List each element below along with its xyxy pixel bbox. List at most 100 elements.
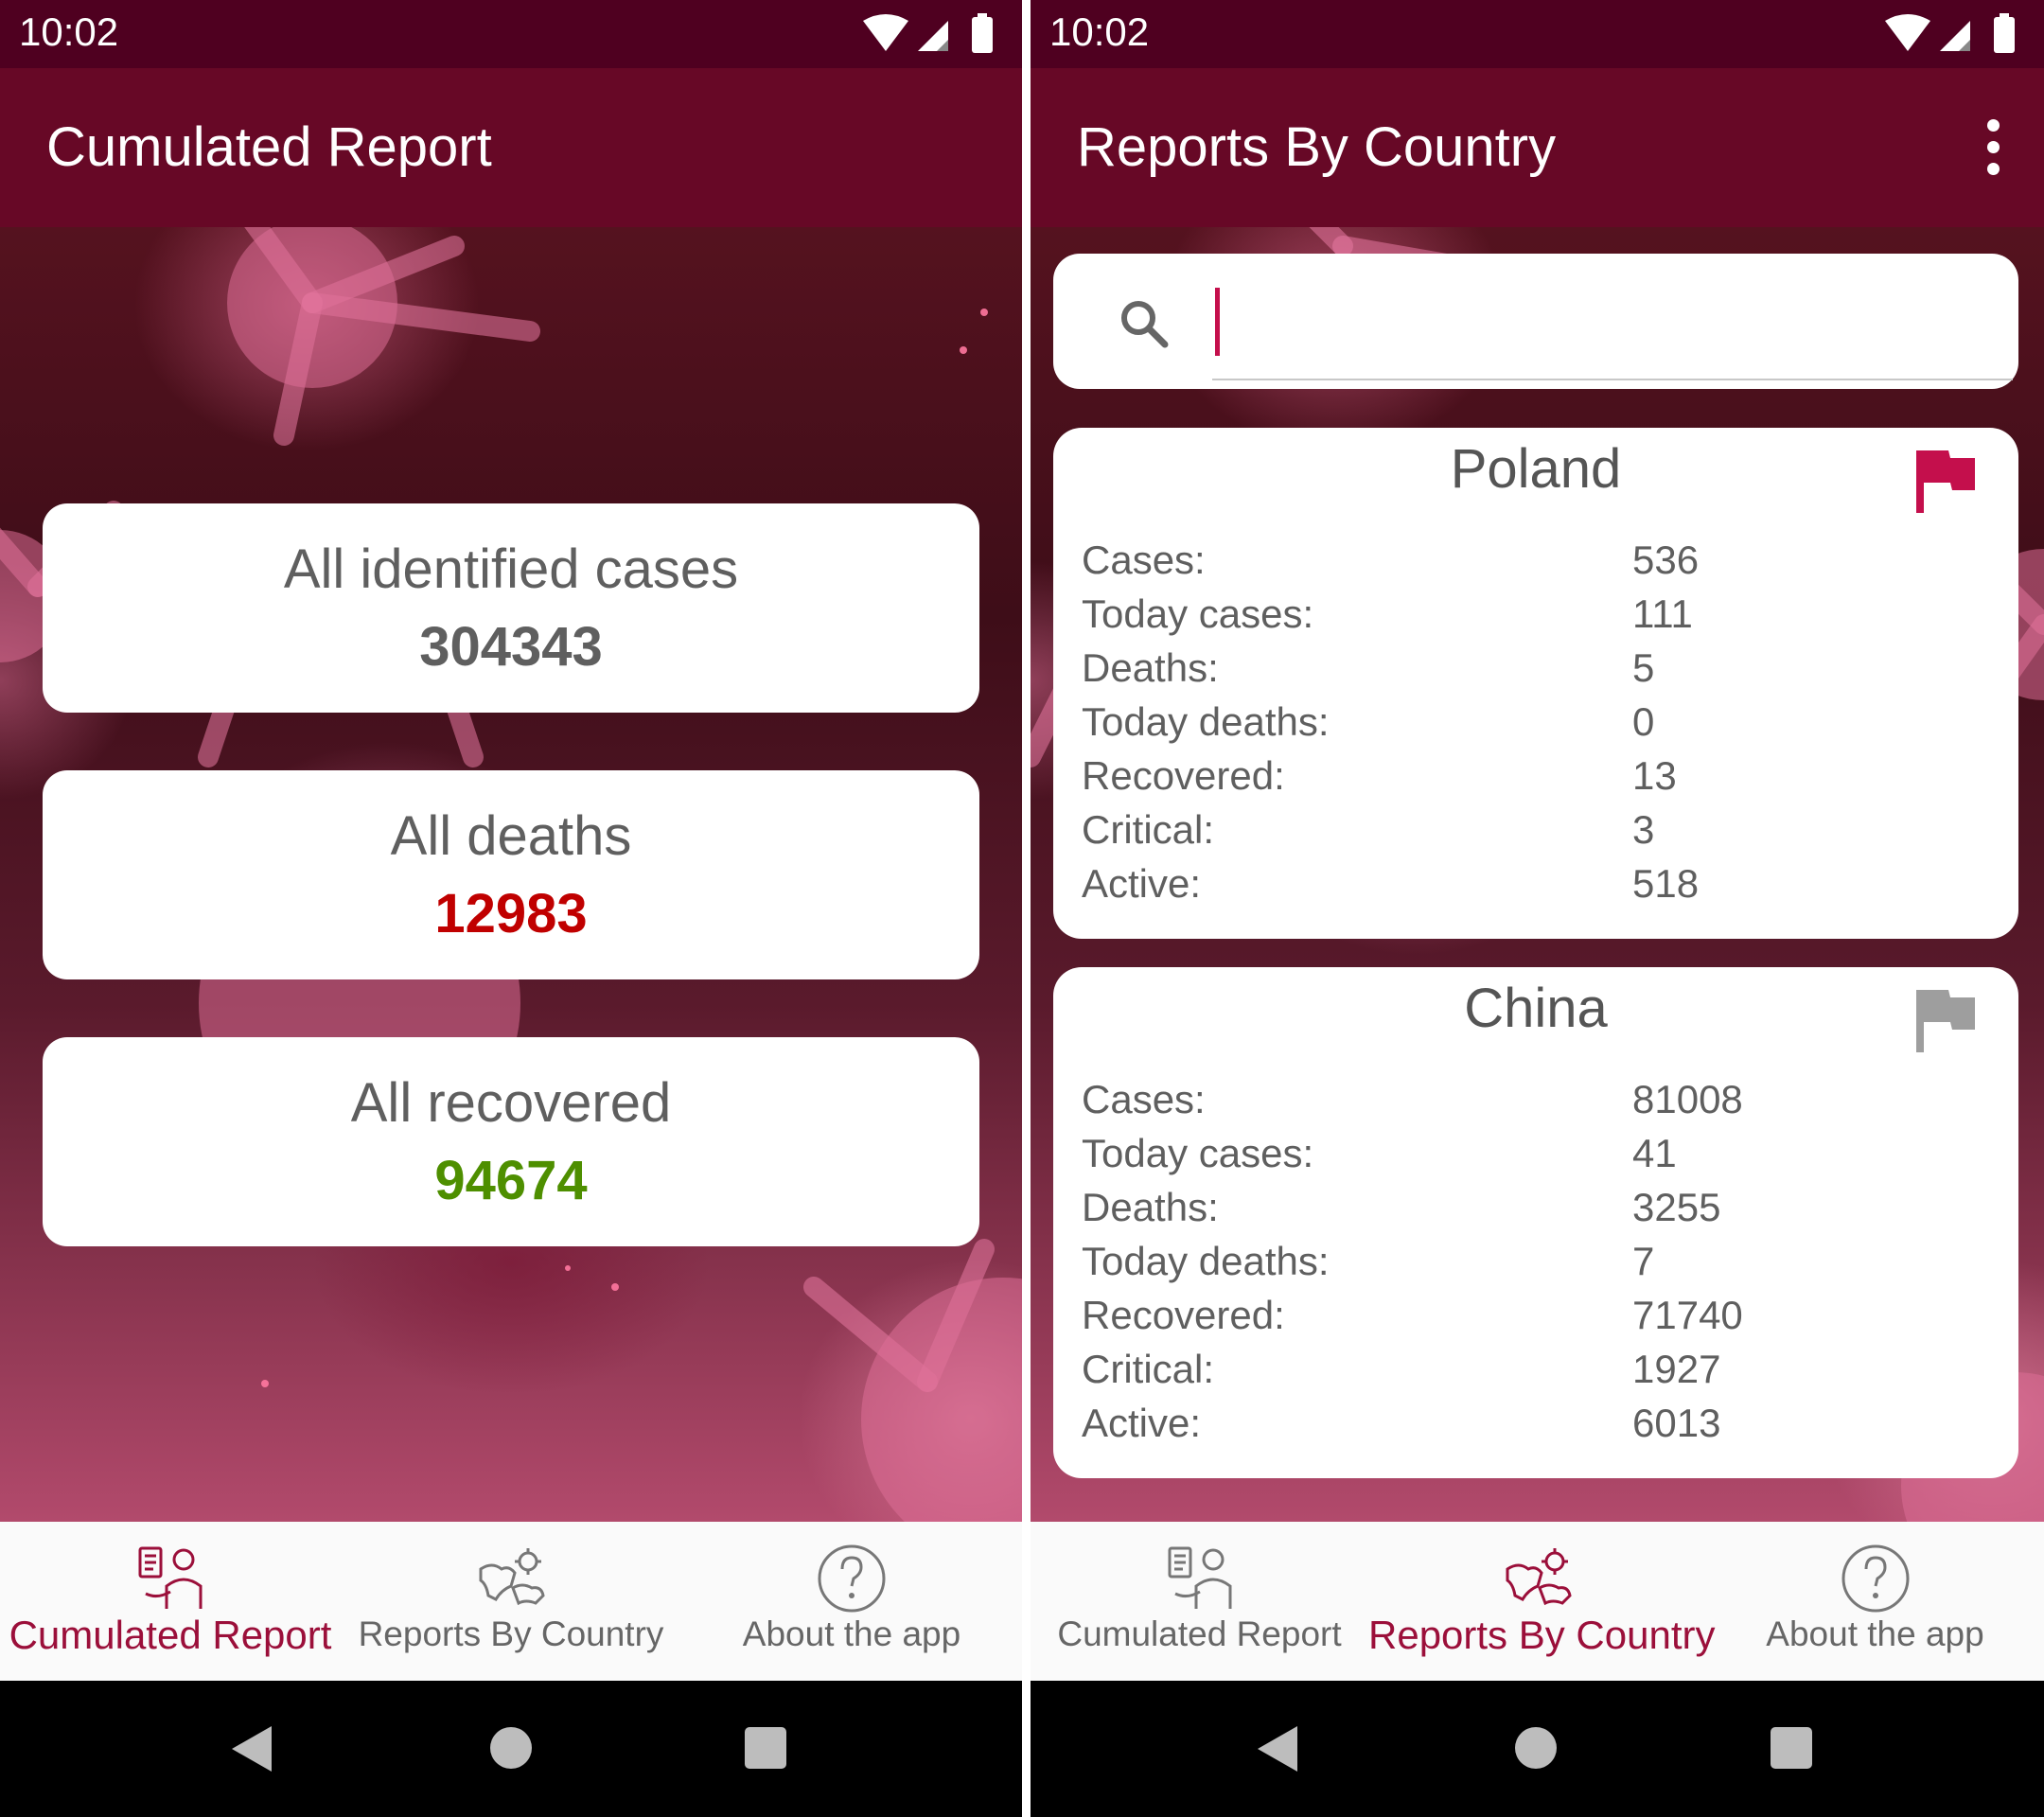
stat-row-recovered: Recovered: 71740 <box>1082 1293 1990 1347</box>
cumulated-content: All identified cases 304343 All deaths 1… <box>0 227 1022 1522</box>
nav-cumulated-report[interactable]: Cumulated Report <box>0 1522 341 1681</box>
nav-about-app-label: About the app <box>1766 1614 1984 1653</box>
stat-label: Today cases: <box>1082 591 1314 636</box>
stat-value: 111 <box>1632 591 1693 636</box>
flag-icon[interactable] <box>1912 986 1979 1056</box>
stat-label: Today deaths: <box>1082 699 1330 744</box>
recovered-label: All recovered <box>350 1072 672 1134</box>
identified-cases-card: All identified cases 304343 <box>43 503 979 713</box>
recent-apps-icon[interactable] <box>745 1727 786 1769</box>
system-navigation-bar <box>0 1681 1022 1817</box>
stat-value: 1927 <box>1632 1347 1721 1391</box>
bottom-navigation: Cumulated Report Reports By Country Abou <box>1031 1522 2044 1681</box>
stat-row-recovered: Recovered: 13 <box>1082 753 1990 807</box>
system-navigation-bar <box>1031 1681 2044 1817</box>
stat-row-active: Active: 6013 <box>1082 1401 1990 1455</box>
stat-row-active: Active: 518 <box>1082 861 1990 915</box>
stat-value: 7 <box>1632 1239 1655 1283</box>
recent-apps-icon[interactable] <box>1771 1727 1812 1769</box>
search-icon <box>1121 301 1169 348</box>
wifi-icon <box>863 14 908 51</box>
search-input[interactable] <box>1215 288 1220 356</box>
stat-label: Active: <box>1082 1401 1202 1445</box>
stat-label: Today deaths: <box>1082 1239 1330 1283</box>
stat-row-critical: Critical: 3 <box>1082 807 1990 861</box>
back-icon[interactable] <box>232 1726 272 1772</box>
stat-row-today-deaths: Today deaths: 0 <box>1082 699 1990 753</box>
stat-label: Cases: <box>1082 1077 1206 1121</box>
doctor-report-icon <box>1168 1546 1231 1609</box>
world-map-virus-icon <box>479 1548 545 1606</box>
nav-cumulated-report[interactable]: Cumulated Report <box>1031 1522 1368 1681</box>
recovered-value: 94674 <box>434 1150 588 1211</box>
identified-cases-label: All identified cases <box>283 538 739 600</box>
stat-row-critical: Critical: 1927 <box>1082 1347 1990 1401</box>
bottom-navigation: Cumulated Report Reports By Country Abou <box>0 1522 1022 1681</box>
cumulated-report-screen: 10:02 Cumulated Report All identified ca… <box>0 0 1022 1817</box>
flag-icon[interactable] <box>1912 447 1979 517</box>
stat-value: 536 <box>1632 538 1700 582</box>
nav-reports-by-country[interactable]: Reports By Country <box>1368 1522 1716 1681</box>
stat-value: 3255 <box>1632 1185 1721 1229</box>
question-circle-icon <box>818 1544 886 1613</box>
country-name: Poland <box>1450 438 1622 500</box>
country-card-poland[interactable]: Poland Cases: 536 Today cases: 111 Deaths:… <box>1053 428 2018 939</box>
stat-value: 41 <box>1632 1131 1677 1175</box>
stat-value: 81008 <box>1632 1077 1743 1121</box>
country-card-china[interactable]: China Cases: 81008 Today cases: 41 Deaths:… <box>1053 967 2018 1478</box>
stat-label: Recovered: <box>1082 1293 1285 1337</box>
search-bar[interactable] <box>1053 254 2018 389</box>
deaths-value: 12983 <box>434 883 588 944</box>
country-name: China <box>1464 978 1608 1039</box>
home-icon[interactable] <box>1515 1727 1557 1769</box>
status-bar: 10:02 <box>1031 0 2044 68</box>
status-icons <box>1885 13 2015 53</box>
nav-reports-by-country-label: Reports By Country <box>358 1614 664 1653</box>
country-content: Poland Cases: 536 Today cases: 111 Deaths:… <box>1031 227 2044 1522</box>
stat-label: Critical: <box>1082 807 1215 852</box>
battery-icon <box>972 13 993 53</box>
home-icon[interactable] <box>490 1727 532 1769</box>
stat-label: Critical: <box>1082 1347 1215 1391</box>
nav-about-app[interactable]: About the app <box>681 1522 1022 1681</box>
identified-cases-value: 304343 <box>419 616 603 678</box>
wifi-icon <box>1885 14 1930 51</box>
page-title: Cumulated Report <box>46 116 492 178</box>
stat-value: 0 <box>1632 699 1655 744</box>
recovered-card: All recovered 94674 <box>43 1037 979 1246</box>
nav-about-app-label: About the app <box>742 1614 961 1653</box>
stat-row-cases: Cases: 81008 <box>1082 1077 1990 1131</box>
doctor-report-icon <box>138 1546 203 1609</box>
question-circle-icon <box>1841 1544 1909 1613</box>
stat-label: Recovered: <box>1082 753 1285 798</box>
nav-reports-by-country-label: Reports By Country <box>1368 1613 1716 1657</box>
signal-icon <box>1940 21 1970 51</box>
stat-label: Deaths: <box>1082 1185 1219 1229</box>
stat-row-today-deaths: Today deaths: 7 <box>1082 1239 1990 1293</box>
back-icon[interactable] <box>1258 1726 1297 1772</box>
stat-value: 6013 <box>1632 1401 1721 1445</box>
deaths-label: All deaths <box>390 805 632 867</box>
battery-icon <box>1994 13 2015 53</box>
app-bar: Cumulated Report <box>0 68 1022 227</box>
nav-cumulated-report-label: Cumulated Report <box>1057 1614 1342 1653</box>
stat-value: 3 <box>1632 807 1655 852</box>
stat-label: Deaths: <box>1082 645 1219 690</box>
app-bar: Reports By Country <box>1031 68 2044 227</box>
stat-value: 71740 <box>1632 1293 1743 1337</box>
stat-value: 5 <box>1632 645 1655 690</box>
reports-by-country-screen: 10:02 Reports By Country Poland Cases: 5… <box>1031 0 2044 1817</box>
status-bar: 10:02 <box>0 0 1022 68</box>
more-options-icon[interactable] <box>1983 119 2002 176</box>
nav-reports-by-country[interactable]: Reports By Country <box>341 1522 681 1681</box>
stat-row-today-cases: Today cases: 111 <box>1082 591 1990 645</box>
stat-label: Today cases: <box>1082 1131 1314 1175</box>
world-map-virus-icon <box>1506 1548 1572 1606</box>
country-stats: Cases: 81008 Today cases: 41 Deaths: 3255 T… <box>1082 1077 1990 1455</box>
stat-row-deaths: Deaths: 3255 <box>1082 1185 1990 1239</box>
stat-value: 13 <box>1632 753 1677 798</box>
stat-label: Active: <box>1082 861 1202 906</box>
stat-row-deaths: Deaths: 5 <box>1082 645 1990 699</box>
search-underline <box>1212 379 2013 380</box>
nav-about-app[interactable]: About the app <box>1706 1522 2044 1681</box>
